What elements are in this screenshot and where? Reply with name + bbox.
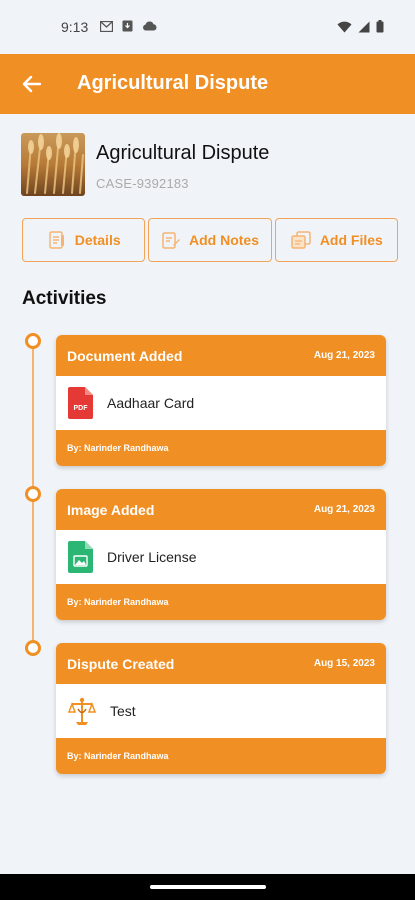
image-file-icon [68, 541, 93, 573]
activity-author: By: Narinder Randhawa [67, 597, 169, 607]
status-system-icons [337, 20, 384, 33]
timeline-dot [25, 333, 41, 349]
activity-file-name: Driver License [107, 549, 197, 565]
activity-type: Dispute Created [67, 655, 175, 672]
details-button[interactable]: Details [22, 218, 146, 262]
activity-type: Image Added [67, 501, 155, 518]
activity-card-header: Dispute Created Aug 15, 2023 [56, 643, 386, 684]
add-notes-button[interactable]: Add Notes [148, 218, 272, 262]
activity-card-header: Image Added Aug 21, 2023 [56, 489, 386, 530]
details-label: Details [74, 232, 121, 248]
download-notification-icon [122, 20, 133, 32]
add-notes-label: Add Notes [188, 232, 259, 248]
activity-date: Aug 15, 2023 [313, 658, 375, 669]
activity-card-header: Document Added Aug 21, 2023 [56, 335, 386, 376]
add-files-button[interactable]: Add Files [274, 218, 398, 262]
app-bar: Agricultural Dispute [0, 54, 415, 114]
activity-file-row[interactable]: Driver License [56, 530, 386, 584]
case-title: Agricultural Dispute [96, 142, 270, 164]
wheat-field-photo [21, 133, 85, 196]
svg-text:PDF: PDF [74, 405, 89, 412]
wifi-icon [337, 21, 352, 32]
justice-logo-icon [68, 697, 96, 725]
case-id: CASE-9392183 [96, 176, 189, 191]
activity-card[interactable]: Dispute Created Aug 15, 2023 Test By: Na… [56, 643, 386, 774]
activity-author: By: Narinder Randhawa [67, 751, 169, 761]
signal-icon [358, 21, 370, 32]
status-bar: 9:13 [0, 0, 415, 54]
edit-note-icon [162, 232, 180, 249]
action-button-row: Details Add Notes Add Files [22, 218, 398, 262]
files-icon [291, 231, 311, 249]
timeline-dot [25, 640, 41, 656]
activity-author: By: Narinder Randhawa [67, 443, 169, 453]
cloud-icon [143, 21, 157, 31]
activities-heading: Activities [22, 288, 107, 309]
gmail-icon [100, 20, 113, 32]
home-gesture-handle[interactable] [150, 885, 266, 889]
activity-file-name: Aadhaar Card [107, 395, 195, 411]
battery-icon [376, 20, 384, 33]
activity-card[interactable]: Document Added Aug 21, 2023 PDF Aadhaar … [56, 335, 386, 466]
add-files-label: Add Files [319, 232, 383, 248]
arrow-left-icon [22, 75, 41, 93]
page-title: Agricultural Dispute [77, 72, 269, 94]
activity-card-footer: By: Narinder Randhawa [56, 584, 386, 620]
system-navigation-bar [0, 874, 415, 900]
activity-file-row[interactable]: Test [56, 684, 386, 738]
status-time: 9:13 [61, 19, 89, 35]
timeline-dot [25, 486, 41, 502]
activity-card[interactable]: Image Added Aug 21, 2023 Driver License … [56, 489, 386, 620]
status-notification-icons [100, 20, 157, 32]
activity-card-footer: By: Narinder Randhawa [56, 430, 386, 466]
activity-card-footer: By: Narinder Randhawa [56, 738, 386, 774]
activity-date: Aug 21, 2023 [313, 350, 375, 361]
activity-date: Aug 21, 2023 [313, 504, 375, 515]
document-icon [48, 231, 64, 249]
activity-file-row[interactable]: PDF Aadhaar Card [56, 376, 386, 430]
case-thumbnail [21, 133, 85, 196]
activity-file-name: Test [110, 703, 136, 719]
back-button[interactable] [16, 69, 46, 99]
activity-type: Document Added [67, 347, 183, 364]
pdf-file-icon: PDF [68, 387, 93, 419]
